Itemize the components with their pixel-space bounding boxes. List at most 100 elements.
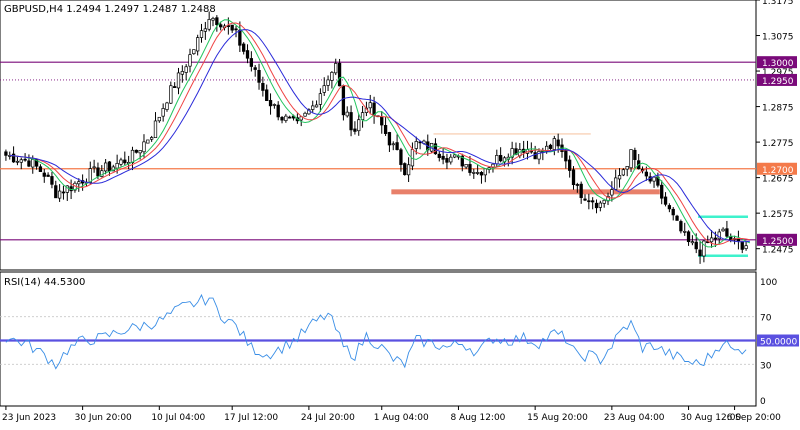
candle-body: [498, 155, 503, 162]
candle-body: [414, 141, 418, 149]
time-tick-label: 15 Aug 20:00: [527, 413, 588, 423]
candle-body: [123, 159, 127, 164]
candle-body: [103, 162, 108, 172]
candle-body: [276, 104, 280, 118]
candle-body: [322, 85, 326, 93]
candle-body: [15, 160, 20, 163]
level-tag-label-1.2500: 1.2500: [762, 237, 794, 247]
candle-body: [399, 149, 403, 165]
time-tick-label: 6 Sep 20:00: [727, 413, 782, 423]
candle-body: [475, 172, 480, 174]
candle-body: [326, 79, 330, 86]
candle-body: [303, 112, 307, 117]
price-tick-label: 1.2475: [762, 246, 794, 256]
candle-body: [153, 120, 158, 139]
candle-body: [479, 172, 484, 176]
candle-body: [265, 89, 269, 101]
candle-body: [698, 249, 702, 257]
candle-body: [349, 112, 353, 131]
candle-body: [552, 138, 556, 150]
rsi-tick-label: 0: [760, 397, 766, 407]
time-tick-label: 23 Aug 04:00: [604, 413, 665, 423]
candle-body: [54, 185, 58, 199]
candle-body: [744, 245, 748, 249]
candle-body: [372, 102, 376, 116]
candle-body: [594, 202, 599, 209]
candle-body: [215, 17, 219, 25]
candle-body: [192, 49, 196, 55]
time-tick-label: 10 Jul 04:00: [151, 413, 205, 423]
candle-body: [353, 128, 357, 132]
candle-body: [157, 116, 161, 122]
rsi-chart-title: RSI(14) 44.5300: [4, 277, 85, 288]
candle-body: [644, 171, 649, 177]
candle-body: [311, 105, 315, 110]
candle-body: [330, 72, 334, 81]
candle-body: [334, 63, 338, 74]
level-tag-label-1.3000: 1.3000: [762, 59, 794, 69]
candle-body: [38, 166, 43, 172]
candle-body: [188, 54, 192, 67]
candle-body: [495, 155, 499, 165]
candle-body: [617, 175, 622, 180]
candle-body: [207, 19, 211, 30]
candle-body: [610, 189, 614, 196]
candle-body: [134, 149, 138, 153]
rsi-tick-label: 100: [760, 278, 777, 288]
candle-body: [211, 18, 215, 21]
candle-body: [4, 151, 8, 156]
candle-body: [318, 93, 323, 105]
candle-body: [571, 169, 576, 186]
level-tag-label-1.2950: 1.2950: [762, 77, 794, 87]
candle-body: [679, 221, 683, 232]
candle-body: [690, 241, 695, 244]
candle-body: [483, 168, 487, 176]
candle-body: [268, 100, 273, 107]
candle-body: [614, 177, 618, 190]
candle-body: [284, 115, 288, 121]
candle-body: [725, 228, 729, 237]
candle-body: [142, 141, 146, 153]
candle-body: [602, 199, 606, 204]
candle-body: [257, 69, 261, 83]
candle-body: [683, 230, 687, 233]
candle-body: [149, 137, 154, 140]
candle-body: [368, 102, 372, 109]
candle-body: [31, 159, 35, 168]
candle-body: [234, 28, 238, 31]
chart-window: 1.3175 1.3075 1.2975 1.2875 1.2775 1.2675 1.25…: [0, 0, 800, 426]
candle-body: [441, 155, 445, 160]
candle-body: [391, 143, 395, 146]
candle-body: [61, 191, 66, 194]
candle-body: [579, 183, 583, 198]
candle-body: [42, 172, 46, 177]
candle-body: [449, 156, 453, 163]
candle-body: [548, 144, 553, 149]
candle-body: [663, 196, 668, 205]
price-tick-label: 1.2875: [762, 104, 794, 114]
candle-body: [50, 176, 54, 185]
time-tick-label: 23 Jun 2023: [2, 413, 56, 423]
time-tick-label: 1 Aug 04:00: [374, 413, 429, 423]
candle-body: [115, 163, 119, 169]
candle-body: [533, 152, 537, 160]
candle-body: [383, 125, 388, 134]
price-tick-label: 1.2675: [762, 175, 794, 185]
candle-body: [357, 119, 361, 132]
candle-body: [107, 161, 112, 172]
candle-body: [230, 24, 234, 31]
time-tick-label: 30 Jun 20:00: [75, 413, 132, 423]
candle-body: [380, 116, 384, 126]
candle-body: [219, 24, 223, 28]
candle-body: [184, 66, 188, 73]
candle-body: [568, 159, 572, 171]
candle-body: [27, 160, 31, 167]
candle-body: [196, 37, 200, 52]
candle-body: [314, 104, 319, 108]
candle-body: [57, 190, 62, 199]
rsi-tick-label: 30: [760, 361, 772, 371]
candle-body: [694, 241, 698, 250]
candle-body: [345, 111, 349, 117]
price-tick-label: 1.2575: [762, 210, 794, 220]
candle-body: [23, 158, 27, 161]
